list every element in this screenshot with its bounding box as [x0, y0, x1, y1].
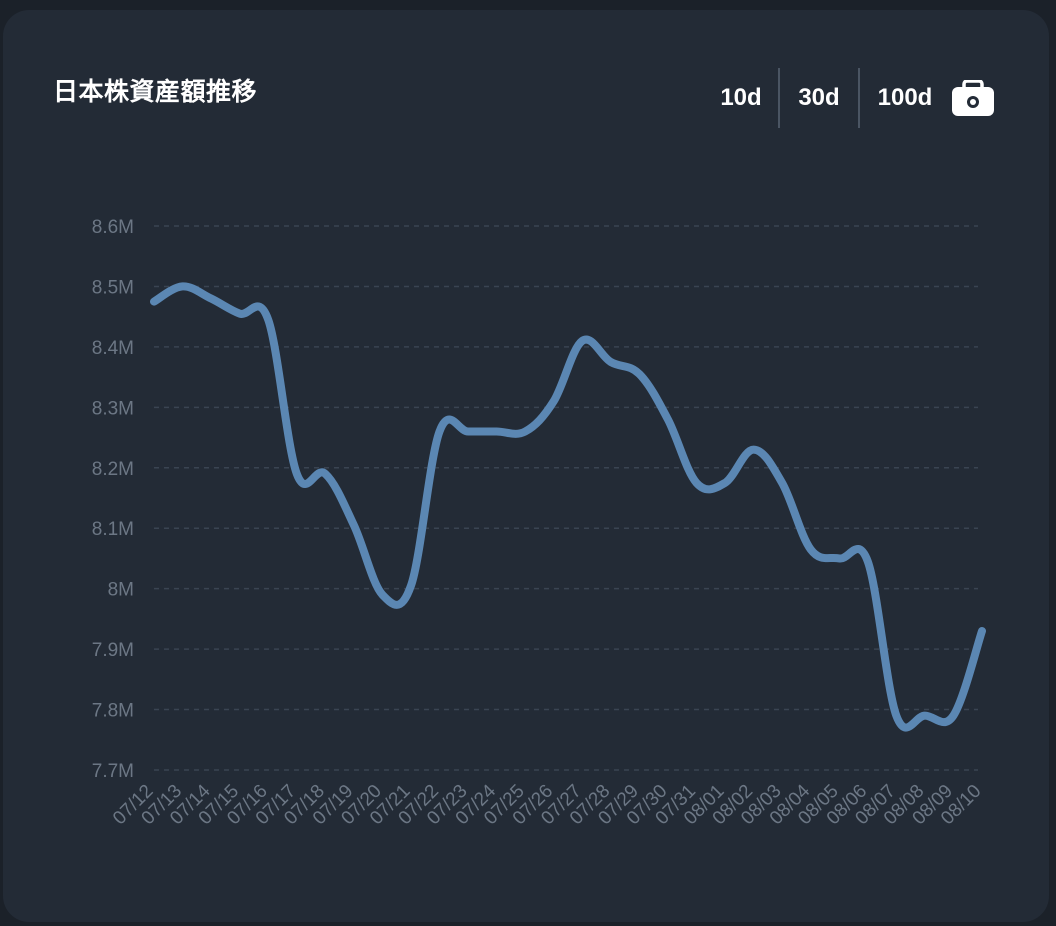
- y-tick-label: 8M: [108, 580, 134, 601]
- y-tick-label: 8.3M: [92, 398, 134, 419]
- y-tick-label: 8.4M: [92, 338, 134, 359]
- series-line: [150, 282, 986, 732]
- y-tick-label: 7.7M: [92, 761, 134, 782]
- x-axis-ticks: 07/1207/1307/1407/1507/1607/1707/1807/19…: [109, 780, 985, 829]
- y-tick-label: 7.8M: [92, 701, 134, 722]
- y-tick-label: 7.9M: [92, 640, 134, 661]
- y-axis-ticks: 7.7M 7.8M 7.9M 8M 8.1M 8.2M 8.3M 8.4M 8.5M 8.6M: [92, 217, 134, 782]
- y-tick-label: 8.2M: [92, 459, 134, 480]
- line-chart: 7.7M 7.8M 7.9M 8M 8.1M 8.2M 8.3M 8.4M 8.5M 8.6M 0…: [92, 217, 986, 829]
- y-tick-label: 8.6M: [92, 217, 134, 238]
- y-tick-label: 8.5M: [92, 277, 134, 298]
- y-tick-label: 8.1M: [92, 519, 134, 540]
- grid-lines: [154, 225, 978, 771]
